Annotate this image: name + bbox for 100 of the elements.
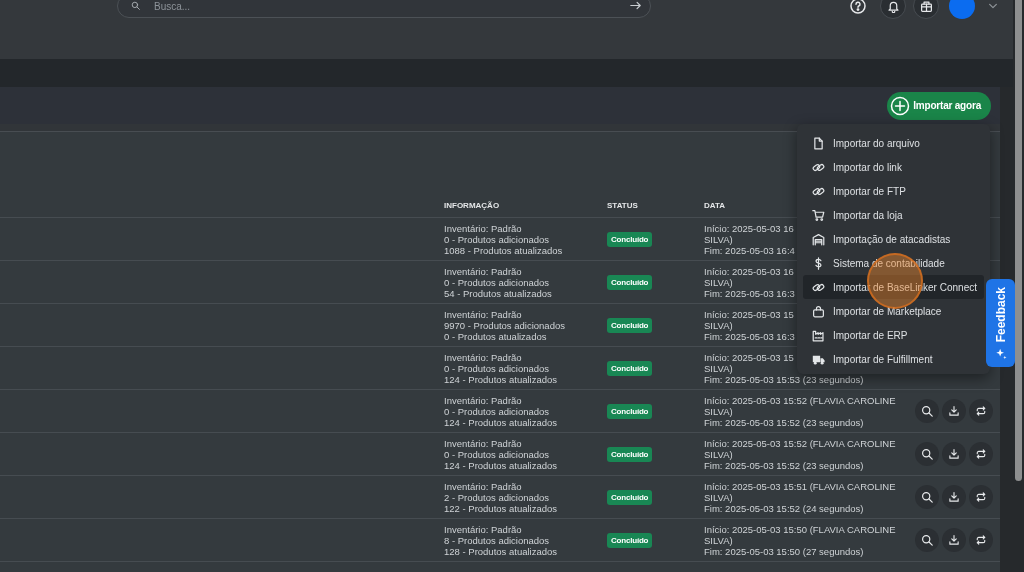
info-text: 8 - Produtos adicionados <box>444 534 550 546</box>
bag-icon <box>812 304 825 318</box>
date-text: Fim: 2025-05-03 15:53 (23 segundos) <box>704 373 864 385</box>
scrollbar-thumb[interactable] <box>1015 0 1022 481</box>
dollar-icon <box>812 256 825 270</box>
factory-icon <box>812 328 825 342</box>
status-badge: Concluído <box>607 403 653 419</box>
document-icon <box>812 136 825 150</box>
warehouse-icon <box>812 232 825 246</box>
search-icon <box>921 405 933 417</box>
plus-circle-icon <box>890 95 911 116</box>
download-icon <box>948 534 960 546</box>
search-icon <box>921 448 933 460</box>
info-text: 124 - Produtos atualizados <box>444 373 558 385</box>
info-text: 0 - Produtos atualizados <box>444 330 547 342</box>
view-button[interactable] <box>915 442 939 466</box>
info-text: Inventário: Padrão <box>444 394 522 406</box>
repeat-button[interactable] <box>969 528 993 552</box>
date-text: Início: 2025-05-03 16 <box>704 265 794 277</box>
download-button[interactable] <box>942 399 966 423</box>
repeat-icon <box>975 405 987 417</box>
info-text: Inventário: Padrão <box>444 351 522 363</box>
menu-item[interactable]: Importar de Fulfillment <box>803 347 984 371</box>
date-text: SILVA) <box>704 405 733 417</box>
column-header: STATUS <box>607 201 638 210</box>
date-text: SILVA) <box>704 319 733 331</box>
info-text: 128 - Produtos atualizados <box>444 545 558 557</box>
date-text: SILVA) <box>704 491 733 503</box>
repeat-icon <box>975 491 987 503</box>
date-text: Início: 2025-05-03 15:52 (FLAVIA CAROLINE <box>704 394 896 406</box>
avatar[interactable] <box>949 0 975 19</box>
view-button[interactable] <box>915 485 939 509</box>
date-text: Início: 2025-05-03 16 <box>704 222 794 234</box>
status-badge: Concluído <box>607 274 653 290</box>
arrow-right-icon[interactable] <box>630 0 641 11</box>
date-text: Fim: 2025-05-03 15:52 (23 segundos) <box>704 416 864 428</box>
date-text: Início: 2025-05-03 15 <box>704 308 794 320</box>
view-button[interactable] <box>915 528 939 552</box>
date-text: SILVA) <box>704 233 733 245</box>
repeat-button[interactable] <box>969 399 993 423</box>
repeat-icon <box>975 534 987 546</box>
info-text: 2 - Produtos adicionados <box>444 491 550 503</box>
column-header: INFORMAÇÃO <box>444 201 500 210</box>
menu-item[interactable]: Importar do arquivo <box>803 131 984 155</box>
info-text: 124 - Produtos atualizados <box>444 416 558 428</box>
status-badge: Concluído <box>607 532 653 548</box>
view-button[interactable] <box>915 399 939 423</box>
download-icon <box>948 448 960 460</box>
search-icon <box>921 534 933 546</box>
date-text: Fim: 2025-05-03 15:50 (27 segundos) <box>704 545 864 557</box>
menu-item[interactable]: Importar de Marketplace <box>803 299 984 323</box>
status-badge: Concluído <box>607 317 653 333</box>
info-text: 0 - Produtos adicionados <box>444 276 550 288</box>
status-badge: Concluído <box>607 446 653 462</box>
date-text: Início: 2025-05-03 15:50 (FLAVIA CAROLINE <box>704 523 896 535</box>
download-icon <box>948 405 960 417</box>
date-text: Fim: 2025-05-03 15:52 (24 segundos) <box>704 502 864 514</box>
download-icon <box>948 491 960 503</box>
menu-item[interactable]: Importação de atacadistas <box>803 227 984 251</box>
info-text: Inventário: Padrão <box>444 308 522 320</box>
import-now-button[interactable]: Importar agora <box>887 91 991 120</box>
info-text: 124 - Produtos atualizados <box>444 459 558 471</box>
search-icon <box>921 491 933 503</box>
notifications-button[interactable] <box>880 0 906 19</box>
info-text: 0 - Produtos adicionados <box>444 362 550 374</box>
date-text: Início: 2025-05-03 15:51 (FLAVIA CAROLINE <box>704 480 896 492</box>
date-text: SILVA) <box>704 276 733 288</box>
menu-item[interactable]: Importar da loja <box>803 203 984 227</box>
help-icon[interactable] <box>850 0 866 14</box>
menu-item[interactable]: Importar de ERP <box>803 323 984 347</box>
info-text: Inventário: Padrão <box>444 523 522 535</box>
status-badge: Concluído <box>607 489 653 505</box>
info-text: Inventário: Padrão <box>444 480 522 492</box>
repeat-button[interactable] <box>969 442 993 466</box>
date-text: Fim: 2025-05-03 16:3 <box>704 287 795 299</box>
repeat-button[interactable] <box>969 485 993 509</box>
feedback-tab[interactable]: Feedback <box>986 279 1015 367</box>
info-text: 0 - Produtos adicionados <box>444 405 550 417</box>
download-button[interactable] <box>942 442 966 466</box>
info-text: Inventário: Padrão <box>444 265 522 277</box>
menu-item[interactable]: Importar de FTP <box>803 179 984 203</box>
chevron-down-icon[interactable] <box>988 1 998 11</box>
info-text: 122 - Produtos atualizados <box>444 502 558 514</box>
date-text: SILVA) <box>704 448 733 460</box>
search-field[interactable]: Busca... <box>117 0 651 18</box>
gift-icon <box>919 0 933 13</box>
repeat-icon <box>975 448 987 460</box>
info-text: 0 - Produtos adicionados <box>444 233 550 245</box>
download-button[interactable] <box>942 528 966 552</box>
sparkle-icon <box>994 348 1007 360</box>
info-text: 1088 - Produtos atualizados <box>444 244 563 256</box>
download-button[interactable] <box>942 485 966 509</box>
date-text: Fim: 2025-05-03 15:52 (23 segundos) <box>704 459 864 471</box>
gift-button[interactable] <box>913 0 939 19</box>
info-text: 0 - Produtos adicionados <box>444 448 550 460</box>
date-text: Fim: 2025-05-03 16:3 <box>704 330 795 342</box>
info-text: Inventário: Padrão <box>444 222 522 234</box>
menu-item[interactable]: Importar do link <box>803 155 984 179</box>
menu-item[interactable]: Sistema de contabilidade <box>803 251 984 275</box>
info-text: 9970 - Produtos adicionados <box>444 319 565 331</box>
